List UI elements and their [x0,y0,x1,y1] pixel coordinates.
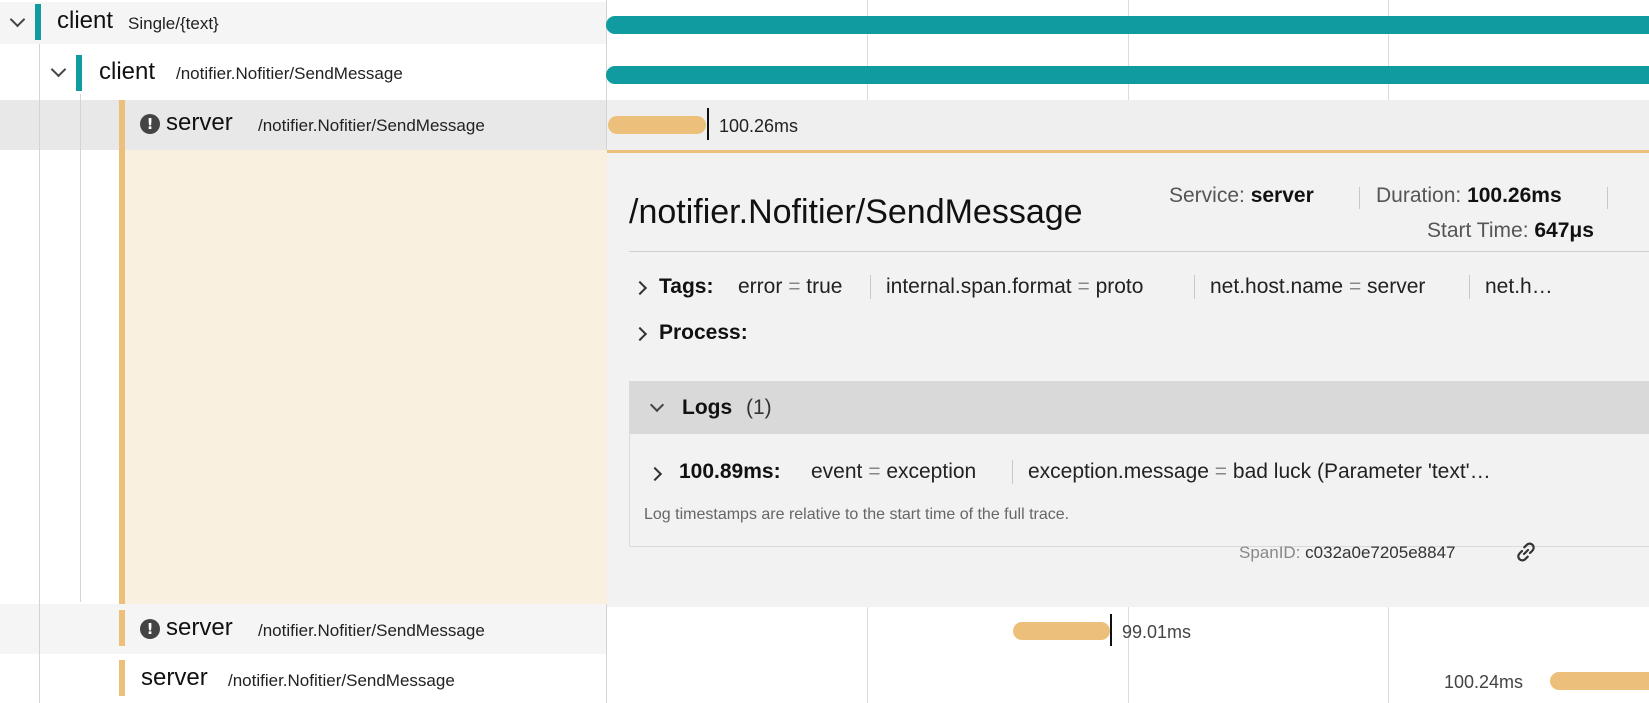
tag-net-host-name: net.host.name = server [1210,275,1426,298]
operation-name: Single/{text} [128,14,219,33]
tree-guide-line [80,94,81,602]
span-bar-server-selected[interactable] [608,116,706,134]
tag-separator [1194,275,1195,299]
tag-separator [1469,275,1470,299]
start-time-meta: Start Time: 647μs [1427,219,1594,243]
service-name: server [141,664,208,691]
duration-marker [1110,614,1112,646]
span-bar-client-root[interactable] [606,16,1649,34]
timeline-divider [606,604,607,703]
log-timestamp: 100.89ms: [679,460,781,483]
tag-truncated: net.h… [1485,275,1553,298]
chevron-down-icon[interactable] [649,397,665,413]
logs-section: Logs (1) 100.89ms: event = exception exc… [629,381,1649,547]
service-color-bar [119,610,125,646]
service-value: server [1250,184,1314,207]
duration-marker [707,108,709,140]
equals-sign: = [788,275,801,298]
service-color-bar [119,100,125,604]
span-detail-title: /notifier.Nofitier/SendMessage [629,193,1083,231]
service-meta: Service: server [1169,184,1314,208]
log-field-exception-message: exception.message = bad luck (Parameter … [1028,460,1491,483]
tag-internal-span-format: internal.span.format = proto [886,275,1144,298]
tag-separator [870,275,871,299]
start-time-label: Start Time: [1427,219,1529,242]
chevron-right-icon[interactable] [632,280,648,296]
tree-guide-line [39,44,40,703]
service-name: client [99,58,156,85]
span-detail-panel: /notifier.Nofitier/SendMessage Service: … [607,150,1649,607]
error-icon: ! [140,619,160,639]
start-time-value: 647μs [1534,219,1594,242]
service-name: server [166,109,233,136]
service-color-bar [76,55,82,91]
service-label: Service: [1169,184,1245,207]
log-field-separator [1012,460,1013,484]
equals-sign: = [1348,275,1362,298]
duration-value: 100.26ms [1467,184,1562,207]
duration-meta: Duration: 100.26ms [1376,184,1562,208]
equals-sign: = [1077,275,1090,298]
span-id: SpanID: c032a0e7205e8847 [1239,543,1456,563]
span-bar-client-child[interactable] [606,66,1649,84]
logs-note: Log timestamps are relative to the start… [644,506,1070,523]
chevron-right-icon[interactable] [647,466,663,482]
log-field-event: event = exception [811,460,977,483]
chevron-right-icon[interactable] [632,326,648,342]
span-duration: 100.26ms [719,116,799,136]
span-id-label: SpanID: [1239,543,1301,562]
timeline-tick [1388,604,1389,703]
equals-sign: = [868,460,881,483]
span-duration: 99.01ms [1122,622,1192,642]
logs-count: (1) [746,396,772,419]
timeline-tick [867,604,868,703]
operation-name: /notifier.Nofitier/SendMessage [258,621,485,640]
operation-name: /notifier.Nofitier/SendMessage [228,671,455,690]
operation-name: /notifier.Nofitier/SendMessage [258,116,485,135]
detail-divider [629,251,1649,252]
service-color-bar [119,660,125,696]
link-icon[interactable] [1513,539,1539,565]
service-color-bar [35,4,41,40]
operation-name: /notifier.Nofitier/SendMessage [176,64,403,83]
equals-sign: = [1214,460,1228,483]
process-label: Process: [659,321,748,344]
logs-label: Logs [682,396,733,419]
tags-label: Tags: [659,275,714,298]
span-id-value: c032a0e7205e8847 [1305,543,1456,562]
meta-separator [1359,187,1360,209]
span-bar-server[interactable] [1013,622,1110,640]
detail-left-bg [120,150,607,604]
meta-separator [1607,187,1608,209]
logs-header[interactable]: Logs (1) [630,382,1649,434]
span-bar-server[interactable] [1550,672,1649,690]
service-name: client [57,7,114,34]
tag-error: error = true [738,275,843,298]
span-duration: 100.24ms [1444,672,1524,692]
service-name: server [166,614,233,641]
duration-label: Duration: [1376,184,1462,207]
error-icon: ! [140,114,160,134]
timeline-tick [1128,604,1129,703]
